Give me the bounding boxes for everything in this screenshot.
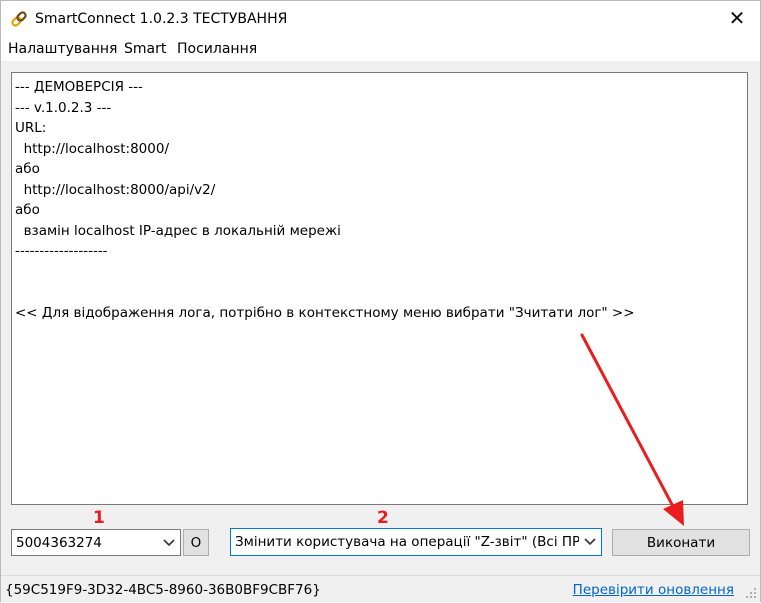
- annotation-label-2: 2: [377, 508, 389, 528]
- log-line: -------------------: [15, 243, 108, 259]
- log-line: --- ДЕМОВЕРСІЯ ---: [15, 79, 143, 95]
- window-title: SmartConnect 1.0.2.3 ТЕСТУВАННЯ: [35, 11, 288, 27]
- close-button[interactable]: ✕: [714, 1, 760, 35]
- log-line: URL:: [15, 120, 47, 136]
- log-line: --- v.1.0.2.3 ---: [15, 99, 112, 116]
- log-line: або: [15, 161, 40, 177]
- log-textbox[interactable]: --- ДЕМОВЕРСІЯ --- --- v.1.0.2.3 --- URL…: [11, 72, 748, 505]
- chevron-down-icon: [158, 530, 180, 555]
- app-window: SmartConnect 1.0.2.3 ТЕСТУВАННЯ ✕ Налашт…: [0, 0, 761, 602]
- operation-select[interactable]: Змінити користувача на операції "Z-звіт"…: [230, 528, 602, 556]
- annotation-label-1: 1: [93, 508, 105, 528]
- menu-bar: Налаштування Smart Посилання: [1, 37, 760, 61]
- execute-button[interactable]: Виконати: [612, 529, 750, 556]
- chevron-down-icon: [579, 529, 601, 555]
- check-updates-link[interactable]: Перевірити оновлення: [573, 582, 734, 598]
- menu-settings[interactable]: Налаштування: [8, 41, 117, 57]
- log-line: http://localhost:8000/: [15, 140, 169, 157]
- o-button[interactable]: O: [183, 529, 209, 556]
- log-hint-line: << Для відображення лога, потрібно в кон…: [15, 304, 635, 321]
- device-select[interactable]: 5004363274: [11, 529, 181, 556]
- o-button-label: O: [190, 534, 202, 551]
- menu-smart[interactable]: Smart: [124, 41, 166, 57]
- execute-button-label: Виконати: [646, 534, 716, 551]
- close-icon: ✕: [728, 6, 746, 30]
- log-line: http://localhost:8000/api/v2/: [15, 181, 216, 198]
- menu-links[interactable]: Посилання: [177, 41, 257, 57]
- status-guid: {59C519F9-3D32-4BC5-8960-36B0BF9CBF76}: [5, 582, 321, 598]
- status-bar: {59C519F9-3D32-4BC5-8960-36B0BF9CBF76} П…: [1, 575, 760, 602]
- device-select-value: 5004363274: [16, 534, 102, 551]
- operation-select-value: Змінити користувача на операції "Z-звіт"…: [235, 534, 579, 550]
- log-line: взамін localhost IP-адрес в локальній ме…: [15, 222, 341, 239]
- log-line: або: [15, 202, 40, 218]
- title-bar: SmartConnect 1.0.2.3 ТЕСТУВАННЯ ✕: [1, 1, 760, 37]
- chain-link-icon: [10, 10, 28, 28]
- resize-grip-icon[interactable]: [745, 587, 757, 599]
